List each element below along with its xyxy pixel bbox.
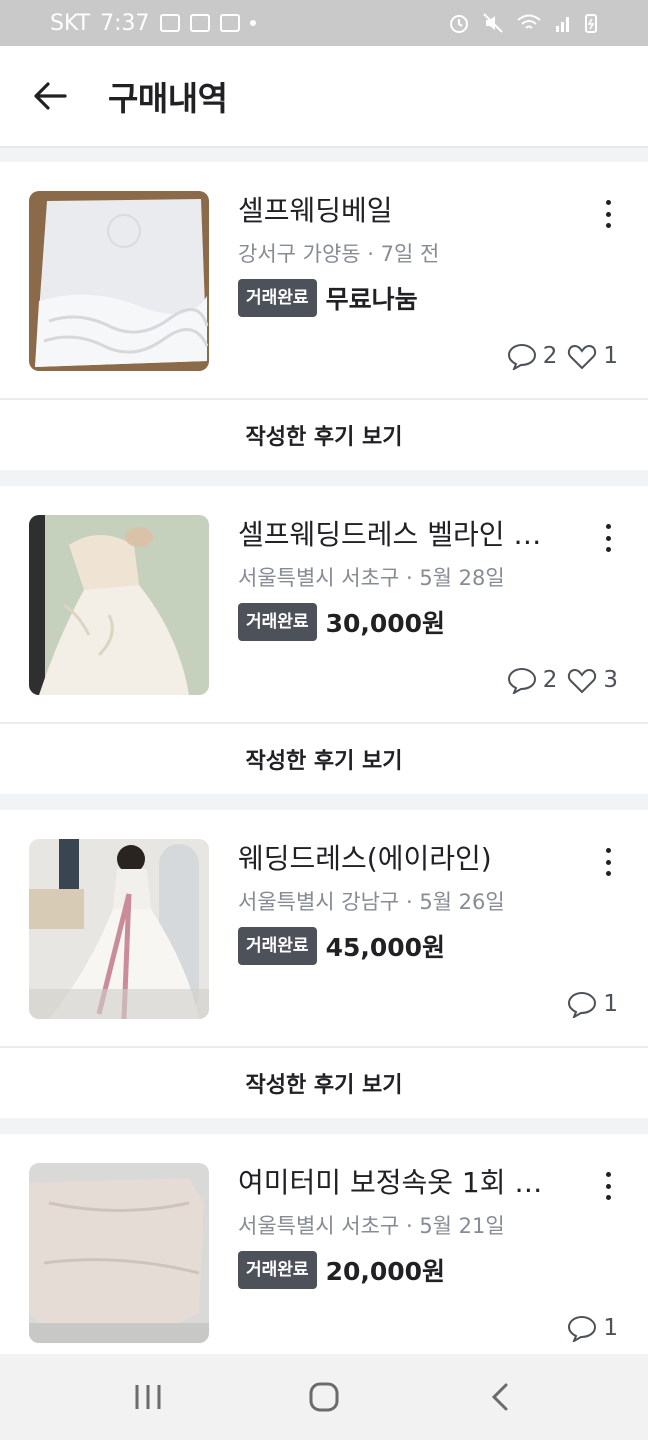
purchase-card: 웨딩드레스(에이라인) 서울특별시 강남구 · 5월 26일 거래완료 45,0… <box>0 810 648 1118</box>
item-title[interactable]: 셀프웨딩베일 <box>238 191 548 231</box>
item-counts: 2 1 <box>507 342 618 370</box>
comment-count: 1 <box>603 991 618 1017</box>
veil-photo <box>29 191 209 371</box>
status-badge: 거래완료 <box>238 279 317 317</box>
item-counts: 1 <box>567 990 618 1018</box>
like-count: 1 <box>603 343 618 369</box>
meta-separator: · <box>405 1214 413 1238</box>
signal-icon <box>556 17 569 32</box>
more-options-button[interactable] <box>596 196 620 232</box>
list-item[interactable]: 여미터미 보정속옷 1회 … 서울특별시 서초구 · 5월 21일 거래완료 2… <box>0 1134 648 1372</box>
item-title[interactable]: 여미터미 보정속옷 1회 … <box>238 1163 548 1203</box>
aline-dress-photo <box>29 839 209 1019</box>
youtube-icon <box>189 14 210 32</box>
comment-count: 2 <box>542 667 558 693</box>
status-bar: SKT 7:37 <box>0 0 648 46</box>
system-back-button[interactable] <box>460 1367 540 1427</box>
product-thumbnail-veil[interactable] <box>29 191 209 371</box>
status-badge: 거래완료 <box>238 927 317 965</box>
more-options-button[interactable] <box>596 520 620 556</box>
chat-icon <box>568 991 597 1018</box>
item-time: 5월 26일 <box>419 890 505 914</box>
item-price: 30,000원 <box>325 609 446 638</box>
item-counts: 2 3 <box>507 666 618 694</box>
more-options-button[interactable] <box>596 1168 620 1204</box>
view-review-button[interactable]: 작성한 후기 보기 <box>0 400 648 470</box>
item-time: 7일 전 <box>380 242 440 266</box>
product-thumbnail-bellline-dress[interactable] <box>29 515 209 695</box>
home-button[interactable] <box>284 1367 364 1427</box>
shapewear-photo <box>29 1163 209 1343</box>
item-price: 무료나눔 <box>325 285 418 314</box>
more-options-button[interactable] <box>596 844 620 880</box>
home-icon <box>309 1382 339 1412</box>
gallery-icon <box>159 14 180 32</box>
item-meta: 서울특별시 서초구 · 5월 28일 <box>238 563 619 593</box>
more-vertical-icon <box>605 1172 611 1177</box>
item-location: 서울특별시 서초구 <box>238 1214 400 1238</box>
more-vertical-icon <box>605 848 611 853</box>
notification-dot-icon <box>249 20 256 26</box>
more-vertical-icon <box>605 200 611 205</box>
mute-icon <box>483 13 503 33</box>
status-badge: 거래완료 <box>238 1251 317 1289</box>
purchase-card: 셀프웨딩베일 강서구 가양동 · 7일 전 거래완료 무료나눔 2 1 작성한 … <box>0 162 648 470</box>
item-location: 강서구 가양동 <box>238 242 361 266</box>
app-bar: 구매내역 <box>0 46 648 148</box>
page-title: 구매내역 <box>108 79 228 118</box>
more-vertical-icon <box>605 524 611 529</box>
mail-icon <box>219 14 240 32</box>
list-item[interactable]: 웨딩드레스(에이라인) 서울특별시 강남구 · 5월 26일 거래완료 45,0… <box>0 810 648 1048</box>
chat-icon <box>507 343 536 370</box>
carrier-label: SKT <box>50 10 91 36</box>
back-button[interactable] <box>0 45 100 147</box>
system-nav-bar <box>0 1354 648 1440</box>
meta-separator: · <box>405 566 413 590</box>
item-meta: 서울특별시 서초구 · 5월 21일 <box>238 1211 619 1241</box>
comment-count: 1 <box>603 1315 618 1341</box>
item-time: 5월 21일 <box>419 1214 505 1238</box>
item-meta: 서울특별시 강남구 · 5월 26일 <box>238 887 619 917</box>
list-item[interactable]: 셀프웨딩드레스 벨라인 … 서울특별시 서초구 · 5월 28일 거래완료 30… <box>0 486 648 724</box>
heart-icon <box>568 668 597 694</box>
battery-icon <box>585 14 597 33</box>
item-meta: 강서구 가양동 · 7일 전 <box>238 239 619 269</box>
recent-apps-icon <box>135 1385 161 1409</box>
recent-apps-button[interactable] <box>108 1367 188 1427</box>
item-price: 20,000원 <box>325 1257 446 1286</box>
item-price: 45,000원 <box>325 933 446 962</box>
item-location: 서울특별시 강남구 <box>238 890 400 914</box>
product-thumbnail-shapewear[interactable] <box>29 1163 209 1343</box>
comment-count: 2 <box>542 343 558 369</box>
list-item[interactable]: 셀프웨딩베일 강서구 가양동 · 7일 전 거래완료 무료나눔 2 1 <box>0 162 648 400</box>
chat-icon <box>507 667 536 694</box>
item-counts: 1 <box>567 1314 618 1342</box>
chat-icon <box>568 1315 597 1342</box>
purchase-card: 셀프웨딩드레스 벨라인 … 서울특별시 서초구 · 5월 28일 거래완료 30… <box>0 486 648 794</box>
like-count: 3 <box>603 667 618 693</box>
view-review-button[interactable]: 작성한 후기 보기 <box>0 1048 648 1118</box>
product-thumbnail-aline-dress[interactable] <box>29 839 209 1019</box>
wifi-icon <box>517 14 541 29</box>
item-location: 서울특별시 서초구 <box>238 566 400 590</box>
arrow-left-icon <box>34 82 67 110</box>
alarm-icon <box>450 15 468 33</box>
bellline-dress-photo <box>29 515 209 695</box>
purchase-list: 셀프웨딩베일 강서구 가양동 · 7일 전 거래완료 무료나눔 2 1 작성한 … <box>0 162 648 1388</box>
meta-separator: · <box>367 242 374 266</box>
heart-icon <box>568 344 597 370</box>
meta-separator: · <box>405 890 413 914</box>
status-badge: 거래완료 <box>238 603 317 641</box>
item-title[interactable]: 셀프웨딩드레스 벨라인 … <box>238 515 548 555</box>
chevron-left-icon <box>491 1383 508 1411</box>
item-time: 5월 28일 <box>419 566 505 590</box>
item-title[interactable]: 웨딩드레스(에이라인) <box>238 839 548 879</box>
view-review-button[interactable]: 작성한 후기 보기 <box>0 724 648 794</box>
clock-label: 7:37 <box>100 10 150 36</box>
purchase-card: 여미터미 보정속옷 1회 … 서울특별시 서초구 · 5월 21일 거래완료 2… <box>0 1134 648 1372</box>
